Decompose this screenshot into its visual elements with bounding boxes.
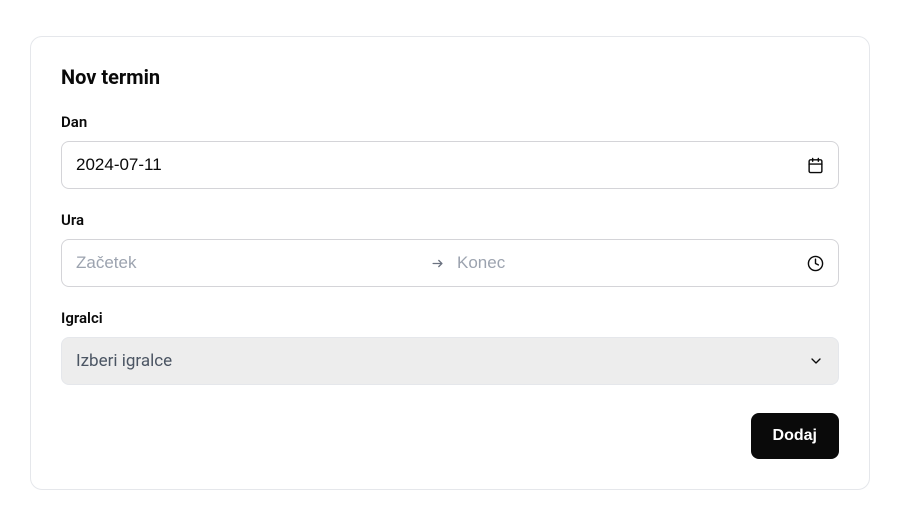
day-label: Dan xyxy=(61,113,839,131)
calendar-icon xyxy=(807,157,824,174)
day-input[interactable] xyxy=(76,142,799,188)
card-footer: Dodaj xyxy=(61,413,839,459)
players-field-group: Igralci Izberi igralce xyxy=(61,309,839,385)
submit-button[interactable]: Dodaj xyxy=(751,413,839,459)
time-start-input[interactable] xyxy=(76,240,418,286)
players-select-placeholder: Izberi igralce xyxy=(76,351,172,371)
clock-icon xyxy=(807,255,824,272)
arrow-right-icon xyxy=(430,256,445,271)
time-input-wrap[interactable] xyxy=(61,239,839,287)
players-select[interactable]: Izberi igralce xyxy=(61,337,839,385)
new-appointment-card: Nov termin Dan Ura xyxy=(30,36,870,490)
time-end-input[interactable] xyxy=(457,240,799,286)
day-field-group: Dan xyxy=(61,113,839,189)
time-label: Ura xyxy=(61,211,839,229)
players-label: Igralci xyxy=(61,309,839,327)
chevron-down-icon xyxy=(808,353,824,369)
card-title: Nov termin xyxy=(61,65,839,89)
day-input-wrap[interactable] xyxy=(61,141,839,189)
time-field-group: Ura xyxy=(61,211,839,287)
